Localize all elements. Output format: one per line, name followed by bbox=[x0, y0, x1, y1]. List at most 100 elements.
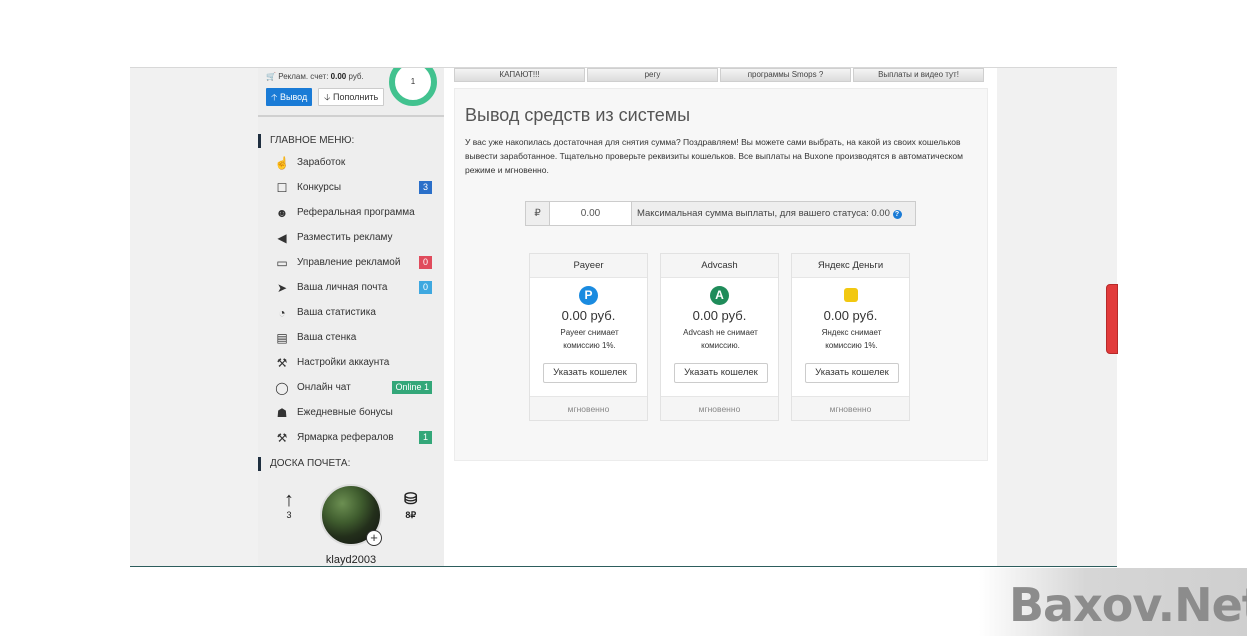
plus-circle-icon[interactable]: + bbox=[366, 530, 382, 546]
side-widget-tab[interactable] bbox=[1106, 284, 1118, 354]
page-description: У вас уже накопилась достаточная для сня… bbox=[465, 137, 963, 175]
hand-pointer-icon: ☝ bbox=[274, 155, 290, 170]
arrow-down-icon: 🡣 bbox=[324, 92, 331, 102]
sidebar-item-label: Разместить рекламу bbox=[297, 232, 393, 243]
count-badge: Online 1 bbox=[392, 381, 432, 394]
set-wallet-button[interactable]: Указать кошелек bbox=[805, 363, 899, 383]
sidebar: 🛒 Реклам. счет: 0.00 руб. 🡡 Вывод 🡣 Попо… bbox=[258, 68, 444, 566]
main-menu-title: ГЛАВНОЕ МЕНЮ: bbox=[258, 134, 354, 148]
honor-board-title: ДОСКА ПОЧЕТА: bbox=[258, 457, 350, 471]
id-card-icon: ▤ bbox=[276, 330, 288, 345]
wallet-card: Яндекс Деньги 0.00 руб. Яндекс снимает ком… bbox=[791, 253, 910, 421]
wallet-logo-icon: P bbox=[579, 286, 598, 305]
max-amount-text: Максимальная сумма выплаты, для вашего с… bbox=[637, 208, 890, 219]
wallet-speed: мгновенно bbox=[792, 396, 909, 420]
sidebar-item-label: Управление рекламой bbox=[297, 257, 401, 268]
wallet-sum: 0.00 руб. bbox=[823, 308, 878, 323]
withdraw-button[interactable]: 🡡 Вывод bbox=[266, 88, 313, 106]
sidebar-item-10[interactable]: ◯ Онлайн чат Online 1 bbox=[274, 375, 434, 400]
level-value: 1 bbox=[410, 77, 416, 86]
count-badge: 3 bbox=[419, 181, 432, 194]
sidebar-item-label: Ваша личная почта bbox=[297, 282, 388, 293]
set-wallet-button[interactable]: Указать кошелек bbox=[543, 363, 637, 383]
chat-icon: ◯ bbox=[275, 380, 289, 395]
topup-label: Пополнить bbox=[332, 92, 379, 102]
tab-2[interactable]: регу bbox=[587, 68, 718, 82]
cart-icon: 🛒 bbox=[266, 72, 276, 81]
watermark-text: Baxov.Net bbox=[1009, 578, 1247, 632]
page-title: Вывод средств из системы bbox=[465, 105, 691, 125]
tab-4[interactable]: Выплаты и видео тут! bbox=[853, 68, 984, 82]
sidebar-item-label: Настройки аккаунта bbox=[297, 357, 390, 368]
sidebar-item-6[interactable]: ➤ Ваша личная почта 0 bbox=[274, 275, 434, 300]
max-amount-info: Максимальная сумма выплаты, для вашего с… bbox=[632, 202, 915, 225]
sidebar-item-2[interactable]: ☐ Конкурсы 3 bbox=[274, 175, 434, 200]
sidebar-item-5[interactable]: ▭ Управление рекламой 0 bbox=[274, 250, 434, 275]
sidebar-item-9[interactable]: ⚒ Настройки аккаунта bbox=[274, 350, 434, 375]
sidebar-item-label: Реферальная программа bbox=[297, 207, 415, 218]
sidebar-item-7[interactable]: ◔ Ваша статистика bbox=[274, 300, 434, 325]
sidebar-item-11[interactable]: ☗ Ежедневные бонусы bbox=[274, 400, 434, 425]
gift-icon: ☗ bbox=[276, 405, 288, 420]
wallet-logo-icon bbox=[844, 288, 858, 302]
avatar[interactable]: + bbox=[320, 484, 382, 546]
bookmark-icon: ☐ bbox=[276, 180, 288, 195]
sidebar-item-label: Ваша стенка bbox=[297, 332, 357, 343]
ruble-icon: ₽ bbox=[526, 202, 550, 225]
wallet-card: Payeer P 0.00 руб. Payeer снимает комиссию … bbox=[529, 253, 648, 421]
sidebar-item-12[interactable]: ⚒ Ярмарка рефералов 1 bbox=[274, 425, 434, 450]
wallet-name: Яндекс Деньги bbox=[792, 254, 909, 278]
main-menu: ☝ Заработок ☐ Конкурсы 3 ☻ Реферальная програм… bbox=[274, 150, 434, 450]
question-circle-icon[interactable]: ? bbox=[892, 210, 902, 219]
sidebar-item-8[interactable]: ▤ Ваша стенка bbox=[274, 325, 434, 350]
app-frame: 🛒 Реклам. счет: 0.00 руб. 🡡 Вывод 🡣 Попо… bbox=[130, 67, 1117, 567]
sidebar-item-label: Онлайн чат bbox=[297, 382, 351, 393]
gavel-icon: ⚒ bbox=[276, 430, 288, 445]
megaphone-icon: ◀ bbox=[277, 230, 287, 245]
topup-button[interactable]: 🡣 Пополнить bbox=[318, 88, 385, 106]
pie-chart-icon: ◔ bbox=[278, 305, 286, 320]
ad-balance: 🛒 Реклам. счет: 0.00 руб. bbox=[266, 72, 364, 81]
sidebar-item-label: Ваша статистика bbox=[297, 307, 376, 318]
set-wallet-button[interactable]: Указать кошелек bbox=[674, 363, 768, 383]
count-badge: 0 bbox=[419, 256, 432, 269]
wallet-name: Payeer bbox=[530, 254, 647, 278]
wallet-note: Яндекс снимает комиссию 1%. bbox=[821, 328, 882, 350]
honor-up[interactable]: ↑ 3 bbox=[284, 490, 294, 520]
honor-board: ↑ 3 + ⛁ 8₽ klayd2003 bbox=[258, 478, 444, 566]
count-badge: 1 bbox=[419, 431, 432, 444]
amount-input[interactable]: 0.00 bbox=[550, 202, 632, 225]
wallet-card: Advcash A 0.00 руб. Advcash не снимает коми… bbox=[660, 253, 779, 421]
watermark: Baxov.Net bbox=[979, 568, 1247, 636]
tab-3[interactable]: программы Smops ? bbox=[720, 68, 851, 82]
wallet-name: Advcash bbox=[661, 254, 778, 278]
honor-coins: ⛁ 8₽ bbox=[404, 490, 417, 521]
sidebar-item-1[interactable]: ☝ Заработок bbox=[274, 150, 434, 175]
wallet-note: Advcash не снимает комиссию. bbox=[683, 328, 758, 350]
arrow-up-icon: ↑ bbox=[284, 489, 294, 511]
sidebar-item-label: Конкурсы bbox=[297, 182, 342, 193]
users-icon: ☻ bbox=[275, 205, 289, 220]
wallet-speed: мгновенно bbox=[661, 396, 778, 420]
wallet-logo-icon: A bbox=[710, 286, 729, 305]
sidebar-item-4[interactable]: ◀ Разместить рекламу bbox=[274, 225, 434, 250]
sidebar-item-label: Ежедневные бонусы bbox=[297, 407, 393, 418]
ad-balance-value: 0.00 bbox=[330, 72, 347, 81]
tab-1[interactable]: КАПАЮТ!!! bbox=[454, 68, 585, 82]
ad-balance-label: Реклам. счет: bbox=[278, 72, 329, 81]
sidebar-item-label: Ярмарка рефералов bbox=[297, 432, 394, 443]
wrench-icon: ⚒ bbox=[276, 355, 288, 370]
sidebar-item-label: Заработок bbox=[297, 157, 346, 168]
count-badge: 0 bbox=[419, 281, 432, 294]
honor-username[interactable]: klayd2003 bbox=[258, 554, 444, 566]
amount-group: ₽ 0.00 Максимальная сумма выплаты, для в… bbox=[525, 201, 916, 226]
withdraw-panel: Вывод средств из системы У вас уже накоп… bbox=[454, 88, 988, 461]
ad-balance-unit: руб. bbox=[348, 72, 364, 81]
sidebar-item-3[interactable]: ☻ Реферальная программа bbox=[274, 200, 434, 225]
honor-up-value: 3 bbox=[286, 510, 292, 520]
arrow-up-icon: 🡡 bbox=[271, 92, 278, 102]
wallet-sum: 0.00 руб. bbox=[561, 308, 616, 323]
wallet-sum: 0.00 руб. bbox=[692, 308, 747, 323]
level-ring: 1 bbox=[389, 68, 437, 106]
paper-plane-icon: ➤ bbox=[276, 280, 288, 295]
